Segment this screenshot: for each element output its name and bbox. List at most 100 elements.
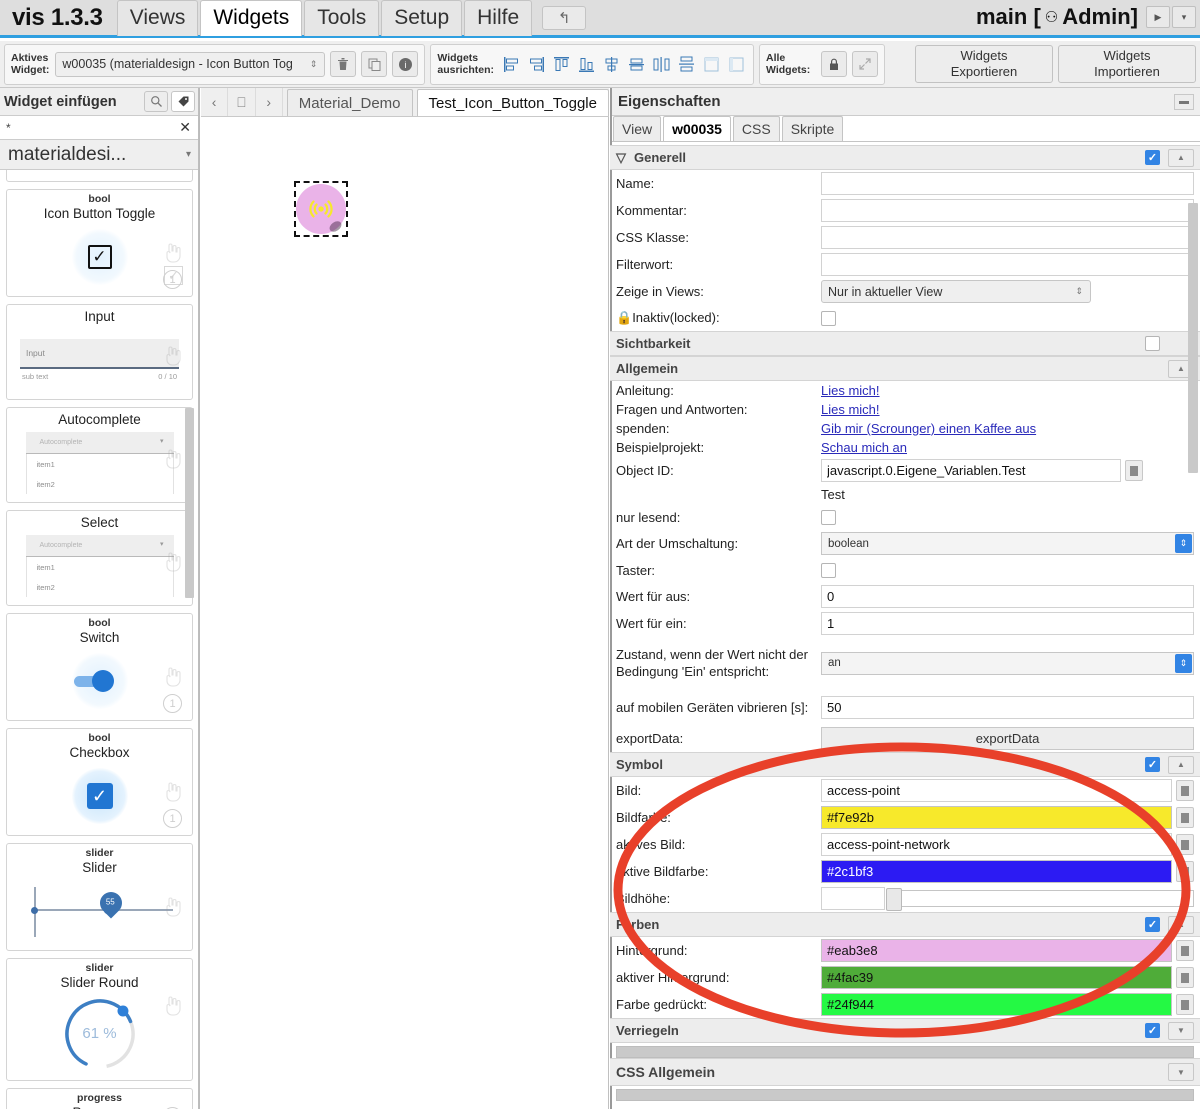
name-input[interactable] [821,172,1194,195]
copy-widget-button[interactable] [361,51,388,77]
aktives-bild-input[interactable] [821,833,1172,856]
distribute-vertical-icon[interactable] [675,51,697,77]
section-symbol-collapse[interactable]: ▲ [1168,755,1194,774]
view-next-button[interactable]: › [256,88,283,116]
view-clipboard-button[interactable]: ⎕ [228,88,256,116]
section-symbol-header[interactable]: Symbol ✓ ▲ [610,752,1200,777]
art-der-umschaltung-select[interactable]: boolean ⇕ [821,532,1194,555]
distribute-horizontal-icon[interactable] [650,51,672,77]
selected-widget-frame[interactable] [294,181,348,237]
hintergrund-picker-button[interactable] [1176,940,1194,961]
widget-card-partial[interactable] [6,170,193,182]
section-css-allgemein-header[interactable]: CSS Allgemein ▼ [610,1058,1200,1086]
bildhoehe-input[interactable] [821,887,885,910]
properties-scrollbar[interactable] [1188,203,1198,473]
anleitung-link[interactable]: Lies mich! [821,383,880,398]
bildfarbe-input[interactable] [821,806,1172,829]
view-prev-button[interactable]: ‹ [201,88,229,116]
section-farben-collapse[interactable]: ▲ [1168,915,1194,934]
widget-card-input[interactable]: Input Input sub text 0 / 10 [6,304,193,400]
chevron-down-icon[interactable]: ▾ [1172,6,1196,28]
sidebar-scrollbar[interactable] [185,408,194,598]
farbe-gedrueckt-input[interactable] [821,993,1172,1016]
undo-icon[interactable]: ↰ [542,5,587,30]
aktiver-hintergrund-input[interactable] [821,966,1172,989]
section-verriegeln-collapse[interactable]: ▼ [1168,1021,1194,1040]
faq-link[interactable]: Lies mich! [821,402,880,417]
search-icon[interactable] [144,91,168,112]
bildfarbe-picker-button[interactable] [1176,807,1194,828]
icon-button-toggle-widget[interactable] [296,184,346,234]
tab-w00035[interactable]: w00035 [663,116,731,141]
align-right-icon[interactable] [525,51,547,77]
spenden-link[interactable]: Gib mir (Scrounger) einen Kaffee aus [821,421,1036,436]
section-allgemein-header[interactable]: Allgemein ▲ [610,356,1200,381]
widget-card-switch[interactable]: bool Switch 1 [6,613,193,721]
wert-fuer-aus-input[interactable] [821,585,1194,608]
section-farben-checkbox[interactable]: ✓ [1145,917,1160,932]
bildhoehe-slider[interactable] [886,888,1194,911]
active-widget-select[interactable]: w00035 (materialdesign - Icon Button Tog… [55,51,326,77]
close-icon[interactable]: ✕ [177,119,193,136]
widget-category-select[interactable]: materialdesi... ▾ [0,140,199,170]
kommentar-input[interactable] [821,199,1194,222]
css-klasse-input[interactable] [821,226,1194,249]
widget-card-select[interactable]: Select Autocomplete item1 item2 [6,510,193,606]
exportdata-button[interactable]: exportData [821,727,1194,750]
object-id-picker-button[interactable] [1125,460,1143,481]
align-top-icon[interactable] [550,51,572,77]
bildhoehe-slider-knob[interactable] [886,888,902,911]
widget-card-progress[interactable]: progress Progress 15 % 1 [6,1088,193,1109]
align-left-icon[interactable] [500,51,522,77]
same-height-icon[interactable] [725,51,747,77]
section-css-allgemein-collapse[interactable]: ▼ [1168,1063,1194,1081]
section-generell-header[interactable]: ▽ Generell ✓ ▲ [610,145,1200,170]
widget-card-icon-button-toggle[interactable]: bool Icon Button Toggle ✓ ✓ 1 [6,189,193,297]
menu-views[interactable]: Views [116,0,199,36]
tab-view[interactable]: View [613,116,662,141]
expand-all-button[interactable] [852,51,879,77]
menu-hilfe[interactable]: Hilfe [464,0,533,36]
farbe-gedrueckt-picker-button[interactable] [1176,994,1194,1015]
section-sichtbarkeit-header[interactable]: Sichtbarkeit [610,331,1200,356]
widget-list[interactable]: bool Icon Button Toggle ✓ ✓ 1 Input Inpu… [0,170,199,1109]
section-farben-header[interactable]: Farben ✓ ▲ [610,912,1200,937]
zeige-in-views-select[interactable]: Nur in aktueller View ⇕ [821,280,1091,303]
section-sichtbarkeit-checkbox[interactable] [1145,336,1160,351]
zustand-select[interactable]: an ⇕ [821,651,1194,675]
properties-scroll-area[interactable]: ▽ Generell ✓ ▲ Name: Kommentar: CSS Klas… [610,145,1200,1109]
import-widgets-button[interactable]: Widgets Importieren [1058,45,1196,83]
aktive-bildfarbe-input[interactable] [821,860,1172,883]
wert-fuer-ein-input[interactable] [821,612,1194,635]
lock-all-button[interactable] [821,51,848,77]
minimize-icon[interactable]: ▬ [1174,93,1194,110]
section-verriegeln-checkbox[interactable]: ✓ [1145,1023,1160,1038]
menu-widgets[interactable]: Widgets [200,0,303,36]
inaktiv-locked-checkbox[interactable] [821,310,836,326]
tab-css[interactable]: CSS [732,116,780,141]
widget-card-autocomplete[interactable]: Autocomplete Autocomplete item1 item2 [6,407,193,503]
widget-card-checkbox[interactable]: bool Checkbox ✓ 1 [6,728,193,836]
same-width-icon[interactable] [700,51,722,77]
beispielprojekt-link[interactable]: Schau mich an [821,440,907,455]
widget-card-slider-round[interactable]: slider Slider Round 61 % [6,958,193,1081]
object-id-input[interactable] [821,459,1121,482]
align-bottom-icon[interactable] [575,51,597,77]
section-generell-collapse[interactable]: ▲ [1168,148,1194,167]
sidebar-filter-row[interactable]: * ✕ [0,116,199,140]
section-generell-checkbox[interactable]: ✓ [1145,150,1160,165]
aktive-bildfarbe-picker-button[interactable] [1176,861,1194,882]
info-widget-button[interactable]: i [392,51,419,77]
bild-input[interactable] [821,779,1172,802]
menu-tools[interactable]: Tools [304,0,380,36]
section-verriegeln-header[interactable]: Verriegeln ✓ ▼ [610,1018,1200,1043]
menu-setup[interactable]: Setup [381,0,463,36]
vibrieren-input[interactable] [821,695,1194,719]
export-widgets-button[interactable]: Widgets Exportieren [915,45,1053,83]
nur-lesend-checkbox[interactable] [821,509,836,525]
play-icon[interactable]: ▶ [1146,6,1170,28]
bild-picker-button[interactable] [1176,780,1194,801]
align-center-horizontal-icon[interactable] [625,51,647,77]
align-center-vertical-icon[interactable] [600,51,622,77]
view-canvas[interactable] [201,117,609,1109]
